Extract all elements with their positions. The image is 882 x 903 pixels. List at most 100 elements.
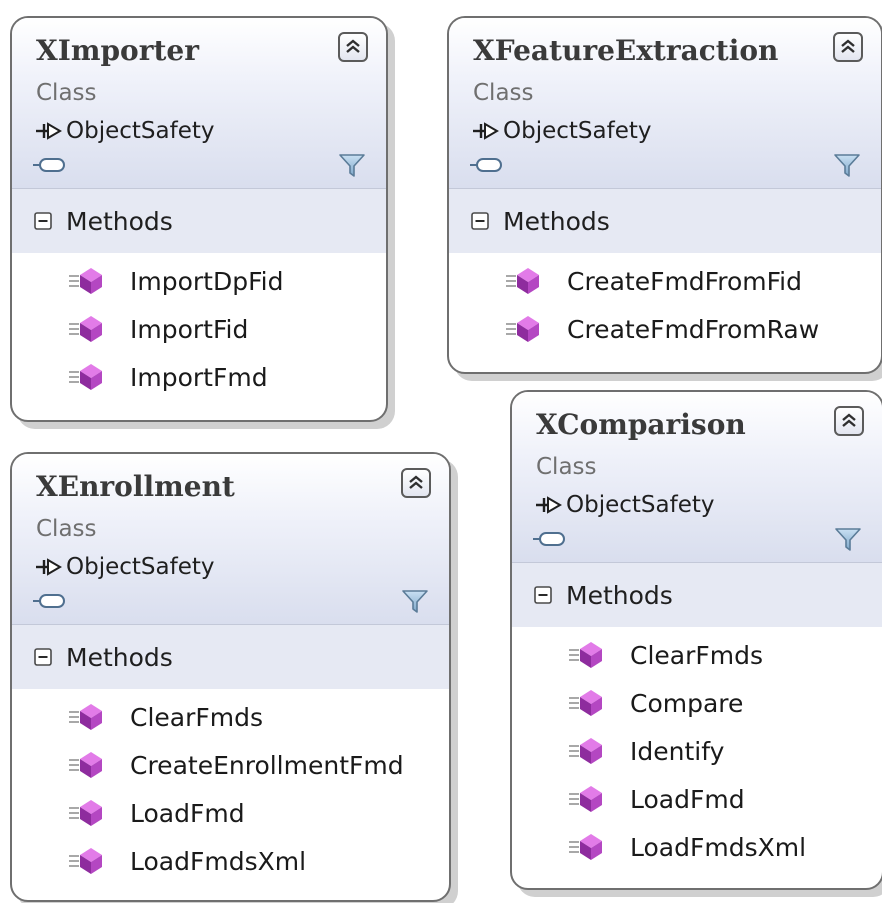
class-stereotype: Class xyxy=(536,454,597,480)
double-chevron-up-icon xyxy=(841,39,855,53)
method-name: ClearFmds xyxy=(130,702,264,732)
inheritance-arrow-icon xyxy=(36,122,62,140)
class-shape-xenrollment[interactable]: XEnrollment Class ObjectSafety Methods Clear… xyxy=(10,452,451,902)
double-chevron-up-icon xyxy=(842,413,856,427)
public-method-icon xyxy=(69,364,102,390)
collapse-button[interactable] xyxy=(338,32,368,62)
interface-lollipop-icon xyxy=(33,594,65,608)
filter-icon[interactable] xyxy=(834,527,862,553)
public-method-icon xyxy=(69,848,102,874)
minus-box-icon[interactable] xyxy=(471,212,489,230)
inheritance-arrow-icon xyxy=(36,558,62,576)
method-name: ClearFmds xyxy=(630,640,764,670)
base-type-name: ObjectSafety xyxy=(566,492,715,518)
method-item[interactable]: ImportFmd xyxy=(12,353,386,401)
interface-lollipop-icon xyxy=(470,158,502,172)
public-method-icon xyxy=(569,690,602,716)
class-header[interactable]: XEnrollment Class ObjectSafety xyxy=(12,454,449,625)
method-name: LoadFmd xyxy=(130,798,245,828)
method-item[interactable]: Identify xyxy=(512,727,882,775)
collapse-button[interactable] xyxy=(833,32,863,62)
class-shape-xfeatureextraction[interactable]: XFeatureExtraction Class ObjectSafety Metho… xyxy=(447,16,882,374)
method-item[interactable]: CreateEnrollmentFmd xyxy=(12,741,449,789)
class-name: XImporter xyxy=(36,34,199,67)
public-method-icon xyxy=(569,834,602,860)
base-type-name: ObjectSafety xyxy=(66,554,215,580)
method-name: CreateEnrollmentFmd xyxy=(130,750,404,780)
class-name: XComparison xyxy=(536,408,746,441)
method-item[interactable]: LoadFmdsXml xyxy=(512,823,882,871)
section-label: Methods xyxy=(503,206,610,236)
section-label: Methods xyxy=(566,580,673,610)
base-type-row: ObjectSafety xyxy=(534,492,714,518)
public-method-icon xyxy=(506,316,539,342)
methods-section-header[interactable]: Methods xyxy=(512,563,882,627)
collapse-button[interactable] xyxy=(401,468,431,498)
section-label: Methods xyxy=(66,206,173,236)
method-item[interactable]: LoadFmdsXml xyxy=(12,837,449,885)
method-list: ClearFmds Compare Identify LoadFmd LoadFmdsX… xyxy=(512,627,882,871)
interface-lollipop-icon xyxy=(533,532,565,546)
inheritance-arrow-icon xyxy=(536,496,562,514)
section-label: Methods xyxy=(66,642,173,672)
method-item[interactable]: LoadFmd xyxy=(12,789,449,837)
method-list: ImportDpFid ImportFid ImportFmd xyxy=(12,253,386,401)
filter-icon[interactable] xyxy=(338,153,366,179)
public-method-icon xyxy=(569,642,602,668)
class-stereotype: Class xyxy=(473,80,534,106)
method-name: LoadFmd xyxy=(630,784,745,814)
methods-section-header[interactable]: Methods xyxy=(12,189,386,253)
method-item[interactable]: LoadFmd xyxy=(512,775,882,823)
minus-box-icon[interactable] xyxy=(534,586,552,604)
method-name: CreateFmdFromRaw xyxy=(567,314,820,344)
filter-icon[interactable] xyxy=(401,589,429,615)
filter-icon[interactable] xyxy=(833,153,861,179)
method-name: ImportFmd xyxy=(130,362,268,392)
minus-box-icon[interactable] xyxy=(34,212,52,230)
public-method-icon xyxy=(69,268,102,294)
minus-box-icon[interactable] xyxy=(34,648,52,666)
class-shape-ximporter[interactable]: XImporter Class ObjectSafety Methods ImportD… xyxy=(10,16,388,422)
base-type-row: ObjectSafety xyxy=(471,118,651,144)
method-item[interactable]: ImportDpFid xyxy=(12,257,386,305)
class-header[interactable]: XFeatureExtraction Class ObjectSafety xyxy=(449,18,881,189)
class-name: XFeatureExtraction xyxy=(473,34,779,67)
method-name: Identify xyxy=(630,736,725,766)
public-method-icon xyxy=(569,786,602,812)
method-item[interactable]: ClearFmds xyxy=(512,631,882,679)
class-header[interactable]: XComparison Class ObjectSafety xyxy=(512,392,882,563)
method-name: Compare xyxy=(630,688,744,718)
base-type-name: ObjectSafety xyxy=(503,118,652,144)
inheritance-arrow-icon xyxy=(473,122,499,140)
method-list: ClearFmds CreateEnrollmentFmd LoadFmd LoadF… xyxy=(12,689,449,885)
method-name: ImportDpFid xyxy=(130,266,284,296)
base-type-name: ObjectSafety xyxy=(66,118,215,144)
public-method-icon xyxy=(69,752,102,778)
methods-section-header[interactable]: Methods xyxy=(12,625,449,689)
method-item[interactable]: CreateFmdFromRaw xyxy=(449,305,881,353)
class-stereotype: Class xyxy=(36,80,97,106)
class-name: XEnrollment xyxy=(36,470,235,503)
base-type-row: ObjectSafety xyxy=(34,554,214,580)
method-name: LoadFmdsXml xyxy=(630,832,807,862)
collapse-button[interactable] xyxy=(834,406,864,436)
double-chevron-up-icon xyxy=(409,475,423,489)
public-method-icon xyxy=(69,800,102,826)
public-method-icon xyxy=(506,268,539,294)
public-method-icon xyxy=(69,316,102,342)
method-name: ImportFid xyxy=(130,314,249,344)
public-method-icon xyxy=(69,704,102,730)
public-method-icon xyxy=(569,738,602,764)
class-stereotype: Class xyxy=(36,516,97,542)
method-name: LoadFmdsXml xyxy=(130,846,307,876)
base-type-row: ObjectSafety xyxy=(34,118,214,144)
double-chevron-up-icon xyxy=(346,39,360,53)
methods-section-header[interactable]: Methods xyxy=(449,189,881,253)
method-item[interactable]: Compare xyxy=(512,679,882,727)
method-name: CreateFmdFromFid xyxy=(567,266,802,296)
method-item[interactable]: CreateFmdFromFid xyxy=(449,257,881,305)
class-header[interactable]: XImporter Class ObjectSafety xyxy=(12,18,386,189)
method-item[interactable]: ClearFmds xyxy=(12,693,449,741)
method-item[interactable]: ImportFid xyxy=(12,305,386,353)
class-shape-xcomparison[interactable]: XComparison Class ObjectSafety Methods Clear… xyxy=(510,390,882,890)
